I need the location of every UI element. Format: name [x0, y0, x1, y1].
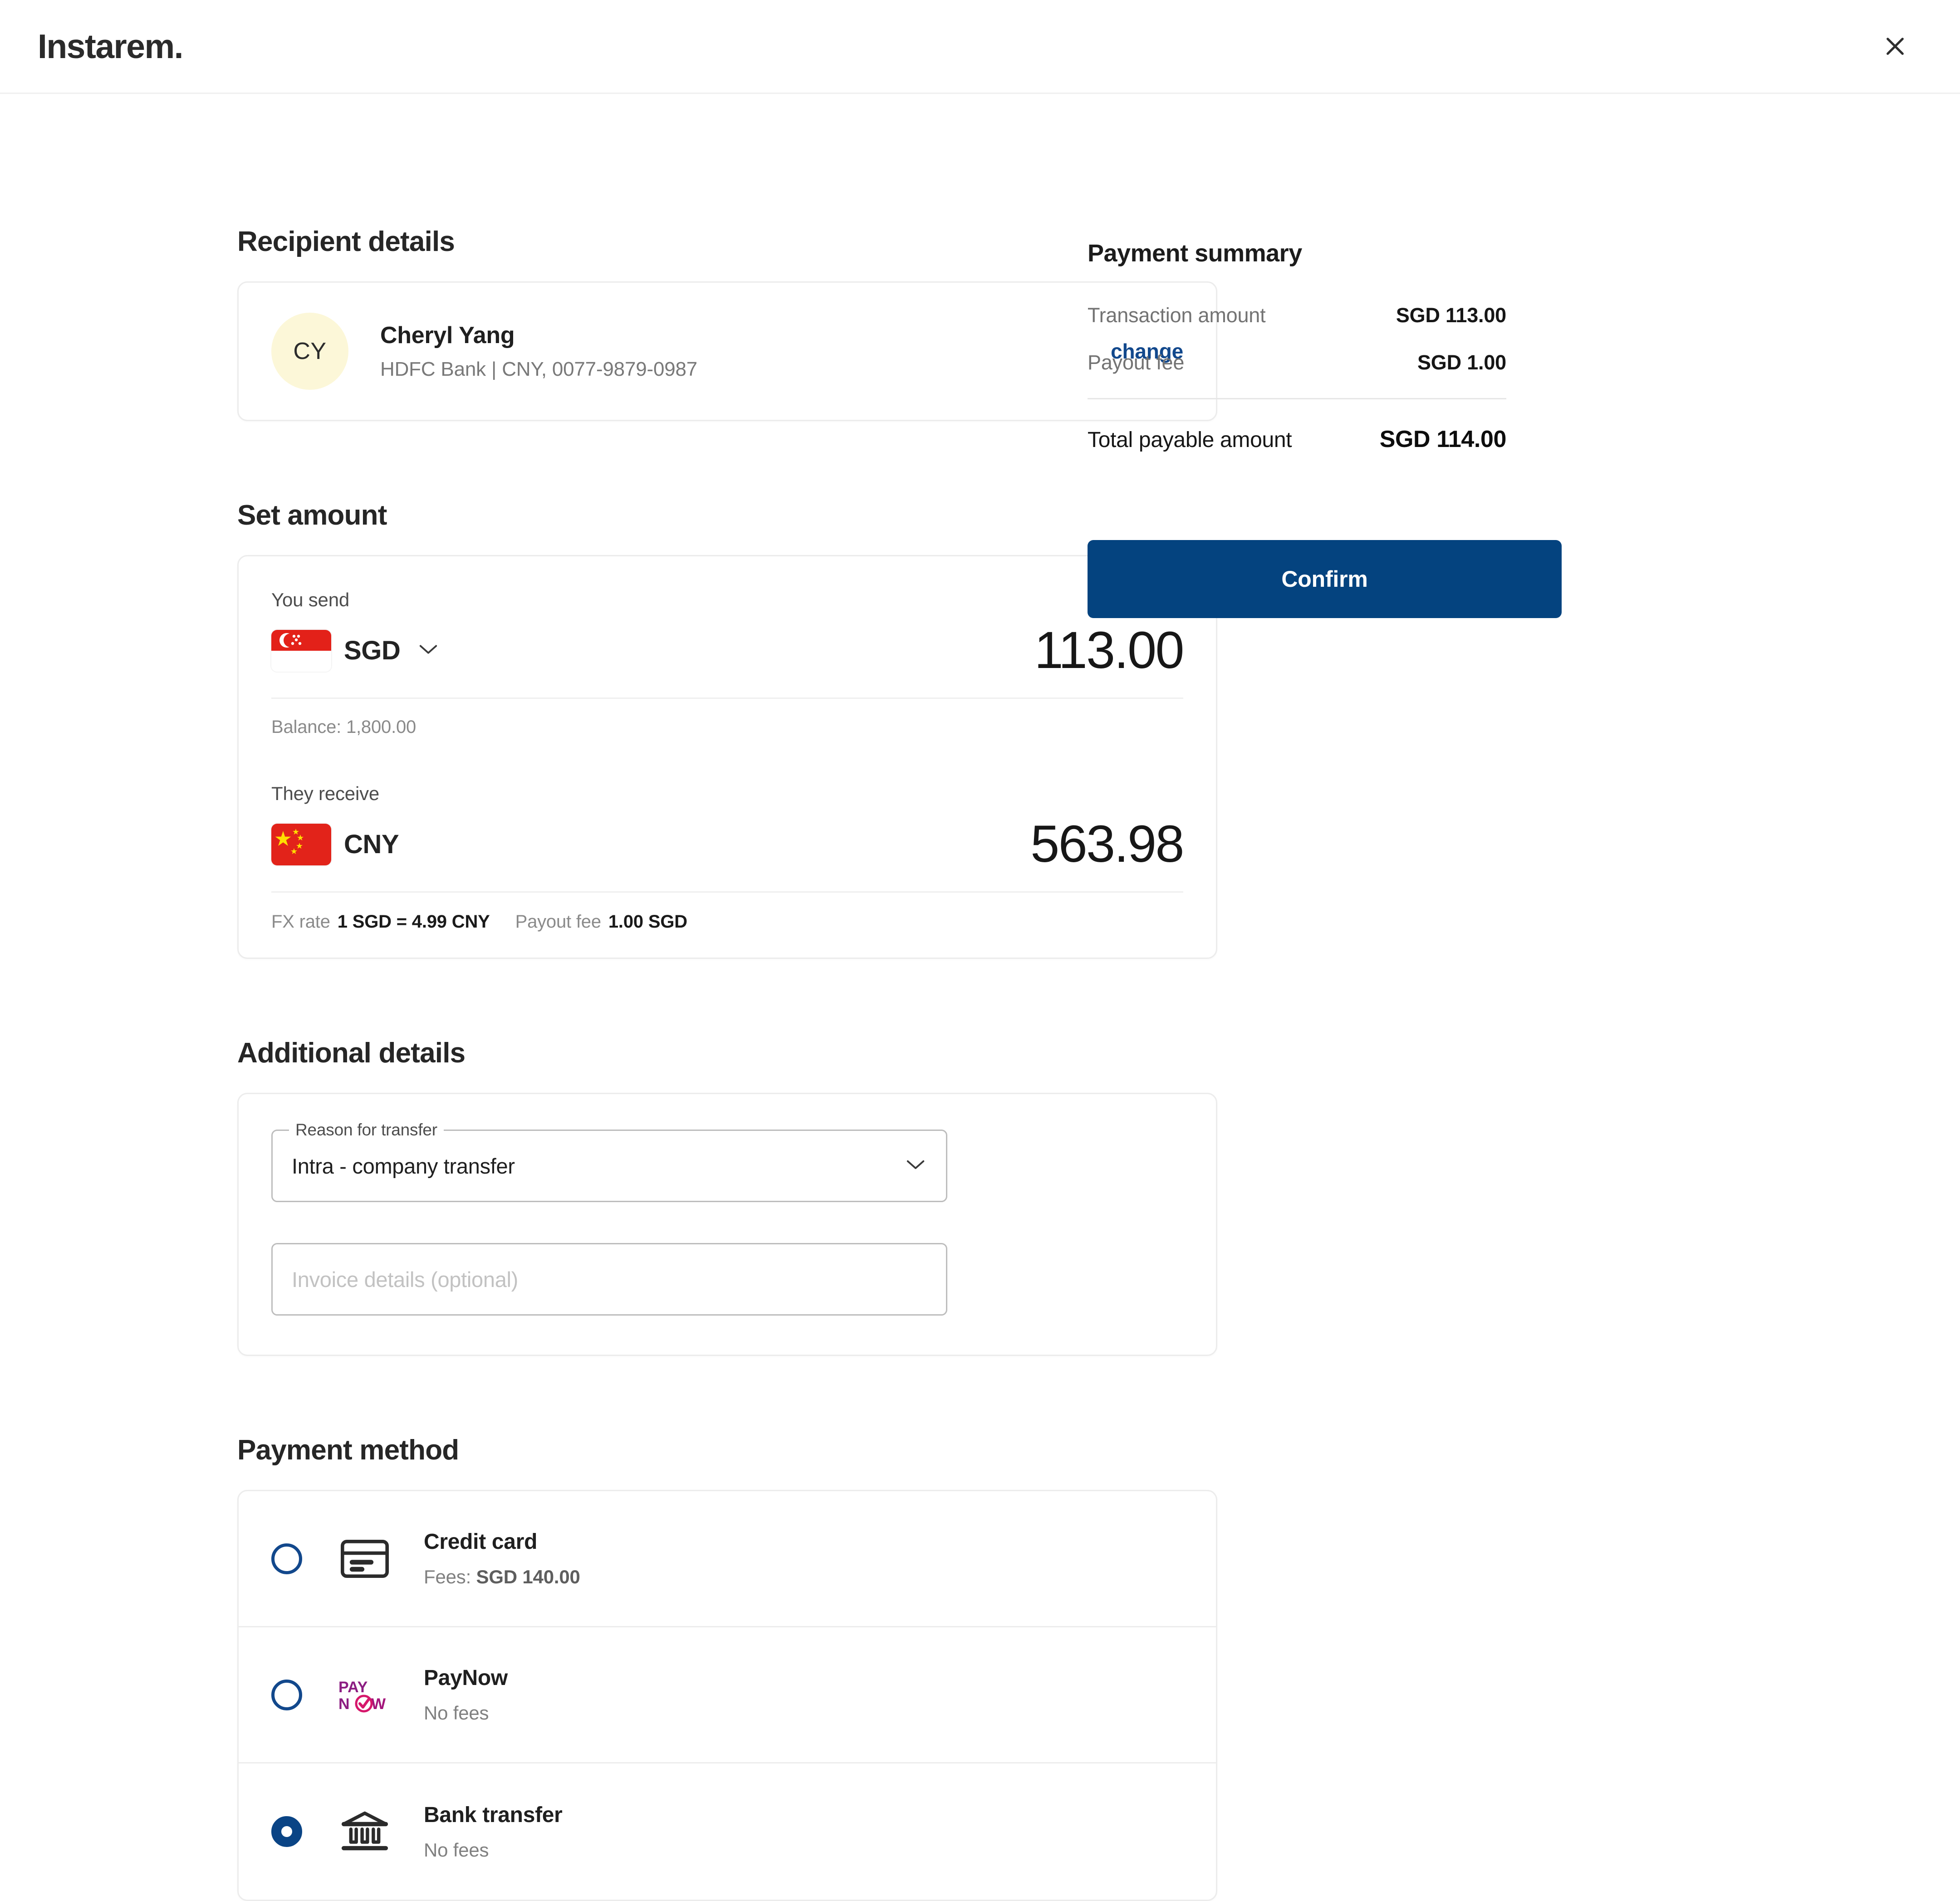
payment-summary-title: Payment summary — [1088, 239, 1506, 267]
payment-summary-panel: Payment summary Transaction amount SGD 1… — [980, 94, 1506, 618]
they-receive-label: They receive — [271, 783, 1183, 805]
payment-option-name: Credit card — [424, 1529, 580, 1554]
radio-paynow[interactable] — [271, 1680, 302, 1710]
fx-divider — [271, 891, 1183, 893]
additional-details-heading: Additional details — [237, 1037, 980, 1069]
summary-row-label: Transaction amount — [1088, 304, 1265, 327]
receive-amount-value[interactable]: 563.98 — [1030, 818, 1183, 870]
receive-currency-code: CNY — [344, 829, 399, 860]
fee-prefix: Fees: — [424, 1566, 476, 1587]
app-header: Instarem. — [0, 0, 1960, 94]
radio-credit-card[interactable] — [271, 1543, 302, 1574]
singapore-flag-icon — [271, 630, 331, 672]
payment-option-fee: Fees: SGD 140.00 — [424, 1566, 580, 1588]
credit-card-icon — [336, 1539, 394, 1578]
receive-currency-display: CNY — [271, 824, 399, 865]
payment-option-text: Credit card Fees: SGD 140.00 — [424, 1529, 580, 1588]
payment-method-card: Credit card Fees: SGD 140.00 PAY N W — [237, 1490, 1217, 1901]
svg-text:W: W — [371, 1695, 386, 1713]
balance-text: Balance: 1,800.00 — [271, 717, 1183, 737]
confirm-button[interactable]: Confirm — [1088, 540, 1562, 618]
they-receive-row: CNY 563.98 — [271, 818, 1183, 870]
chevron-down-icon — [905, 1159, 926, 1174]
summary-total-value: SGD 114.00 — [1380, 426, 1506, 453]
they-receive-block: They receive — [271, 783, 1183, 870]
reason-for-transfer-label: Reason for transfer — [289, 1120, 444, 1140]
svg-text:N: N — [338, 1695, 350, 1713]
instarem-logo: Instarem. — [38, 27, 183, 66]
close-icon — [1882, 34, 1908, 59]
payment-option-paynow[interactable]: PAY N W PayNow No fees — [239, 1627, 1216, 1763]
summary-divider — [1088, 398, 1506, 399]
radio-bank-transfer[interactable] — [271, 1816, 302, 1847]
payment-option-credit-card[interactable]: Credit card Fees: SGD 140.00 — [239, 1491, 1216, 1627]
payment-method-heading: Payment method — [237, 1434, 980, 1466]
payment-option-bank-transfer[interactable]: Bank transfer No fees — [239, 1763, 1216, 1900]
payment-option-fee: No fees — [424, 1839, 563, 1861]
payout-fee-value: 1.00 SGD — [608, 912, 687, 932]
additional-details-card: Reason for transfer Intra - company tran… — [237, 1093, 1217, 1356]
reason-for-transfer-value: Intra - company transfer — [292, 1154, 515, 1179]
payout-fee-label: Payout fee — [515, 912, 601, 932]
send-currency-code: SGD — [344, 635, 401, 666]
summary-row-transaction-amount: Transaction amount SGD 113.00 — [1088, 304, 1506, 327]
close-button[interactable] — [1868, 19, 1922, 74]
summary-row-payout-fee: Payout fee SGD 1.00 — [1088, 351, 1506, 374]
summary-row-label: Payout fee — [1088, 351, 1184, 374]
send-amount-value[interactable]: 113.00 — [1034, 624, 1183, 677]
china-flag-icon — [271, 824, 331, 865]
chevron-down-icon — [418, 643, 439, 658]
svg-text:PAY: PAY — [338, 1679, 368, 1696]
set-amount-heading: Set amount — [237, 499, 980, 531]
summary-total-label: Total payable amount — [1088, 427, 1292, 452]
amount-divider — [271, 698, 1183, 699]
recipient-details-heading: Recipient details — [237, 226, 980, 258]
page-body: Recipient details CY Cheryl Yang HDFC Ba… — [0, 94, 1960, 1901]
payment-option-name: PayNow — [424, 1665, 508, 1690]
payment-option-text: Bank transfer No fees — [424, 1803, 563, 1861]
main-column: Recipient details CY Cheryl Yang HDFC Ba… — [0, 94, 980, 1901]
avatar: CY — [271, 313, 348, 390]
summary-row-value: SGD 113.00 — [1396, 304, 1506, 327]
fee-value: SGD 140.00 — [476, 1566, 580, 1587]
you-send-row: SGD 113.00 — [271, 624, 1183, 677]
reason-for-transfer-select[interactable]: Reason for transfer Intra - company tran… — [271, 1130, 947, 1202]
send-currency-selector[interactable]: SGD — [271, 630, 439, 672]
payment-option-name: Bank transfer — [424, 1803, 563, 1827]
payment-option-text: PayNow No fees — [424, 1665, 508, 1724]
summary-row-total: Total payable amount SGD 114.00 — [1088, 426, 1506, 453]
invoice-details-input[interactable] — [292, 1267, 927, 1292]
fx-rate-value: 1 SGD = 4.99 CNY — [338, 912, 490, 932]
bank-icon — [336, 1811, 394, 1852]
summary-row-value: SGD 1.00 — [1417, 351, 1506, 374]
payment-option-fee: No fees — [424, 1702, 508, 1724]
paynow-logo-icon: PAY N W — [336, 1677, 394, 1713]
fx-rate-label: FX rate — [271, 912, 330, 932]
fx-rate-line: FX rate 1 SGD = 4.99 CNY Payout fee 1.00… — [271, 912, 1183, 932]
invoice-details-field[interactable] — [271, 1243, 947, 1316]
